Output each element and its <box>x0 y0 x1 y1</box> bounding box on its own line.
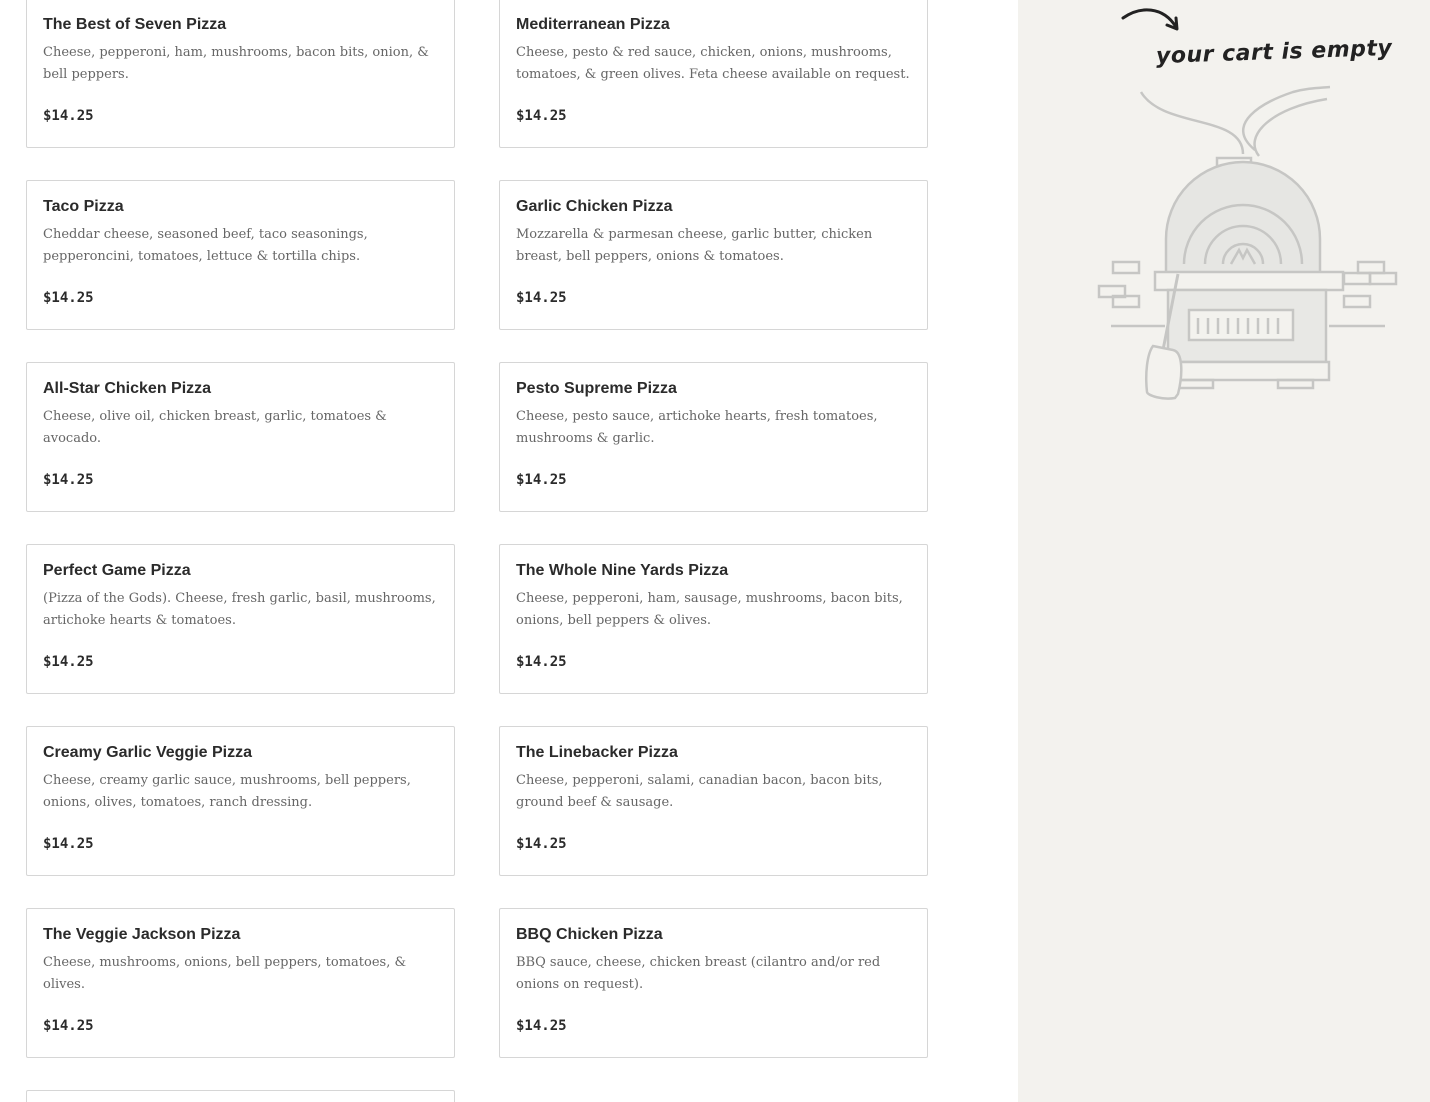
menu-item-price: $14.25 <box>43 108 94 124</box>
menu-item-name: BBQ Chicken Pizza <box>516 926 663 943</box>
menu-item-card[interactable]: The Veggie Jackson Pizza Cheese, mushroo… <box>26 908 455 1058</box>
menu-item-description: Mozzarella & parmesan cheese, garlic but… <box>516 227 873 264</box>
menu-item-price: $14.25 <box>43 1018 94 1034</box>
menu-grid: The Best of Seven Pizza Cheese, pepperon… <box>26 0 928 1102</box>
menu-item-name: The Veggie Jackson Pizza <box>43 926 241 943</box>
menu-item-description: Cheese, pepperoni, salami, canadian baco… <box>516 773 883 810</box>
menu-item-card[interactable]: Creamy Garlic Veggie Pizza Cheese, cream… <box>26 726 455 876</box>
menu-item-price: $14.25 <box>516 290 567 306</box>
menu-item-name: The Linebacker Pizza <box>516 744 678 761</box>
pizza-oven-icon <box>1097 85 1398 400</box>
menu-item-price: $14.25 <box>516 654 567 670</box>
menu-item-name: Mediterranean Pizza <box>516 16 670 33</box>
menu-item-card[interactable]: The Whole Nine Yards Pizza Cheese, peppe… <box>499 544 928 694</box>
menu-item-description: Cheese, pepperoni, ham, mushrooms, bacon… <box>43 45 429 82</box>
menu-item-price: $14.25 <box>43 472 94 488</box>
menu-item-name: All-Star Chicken Pizza <box>43 380 212 397</box>
menu-item-card[interactable]: Garlic Chicken Pizza Mozzarella & parmes… <box>499 180 928 330</box>
menu-item-description: Cheese, olive oil, chicken breast, garli… <box>43 409 387 446</box>
menu-item-card[interactable]: Perfect Game Pizza (Pizza of the Gods). … <box>26 544 455 694</box>
menu-item-price: $14.25 <box>516 108 567 124</box>
curved-arrow-icon <box>1121 8 1179 31</box>
page: The Best of Seven Pizza Cheese, pepperon… <box>0 0 1430 1102</box>
menu-item-description: BBQ sauce, cheese, chicken breast (cilan… <box>516 955 881 992</box>
menu-item-name: Garlic Chicken Pizza <box>516 198 673 215</box>
menu-item-name: Pesto Supreme Pizza <box>516 380 677 397</box>
menu-item-name: The Best of Seven Pizza <box>43 16 227 33</box>
menu-item-description: Cheese, creamy garlic sauce, mushrooms, … <box>43 773 411 810</box>
menu-item-price: $14.25 <box>516 836 567 852</box>
menu-item-description: Cheese, pesto sauce, artichoke hearts, f… <box>516 409 878 446</box>
menu-item-card-partial[interactable] <box>26 1090 455 1102</box>
menu-item-description: Cheese, pepperoni, ham, sausage, mushroo… <box>516 591 903 628</box>
menu-item-price: $14.25 <box>516 472 567 488</box>
menu-item-card[interactable]: Mediterranean Pizza Cheese, pesto & red … <box>499 0 928 148</box>
cart-panel: your cart is empty <box>1018 0 1430 1102</box>
cart-empty-label: your cart is empty <box>1155 35 1393 70</box>
menu-item-card[interactable]: The Linebacker Pizza Cheese, pepperoni, … <box>499 726 928 876</box>
menu-item-description: Cheese, mushrooms, onions, bell peppers,… <box>43 955 407 992</box>
menu-item-description: Cheese, pesto & red sauce, chicken, onio… <box>516 45 910 82</box>
menu-item-name: The Whole Nine Yards Pizza <box>516 562 729 579</box>
menu-item-description: (Pizza of the Gods). Cheese, fresh garli… <box>43 591 436 628</box>
menu-item-name: Perfect Game Pizza <box>43 562 191 579</box>
menu-item-card[interactable]: Pesto Supreme Pizza Cheese, pesto sauce,… <box>499 362 928 512</box>
menu-item-card[interactable]: The Best of Seven Pizza Cheese, pepperon… <box>26 0 455 148</box>
menu-item-card[interactable]: Taco Pizza Cheddar cheese, seasoned beef… <box>26 180 455 330</box>
menu-item-name: Creamy Garlic Veggie Pizza <box>43 744 252 761</box>
menu-item-card[interactable]: All-Star Chicken Pizza Cheese, olive oil… <box>26 362 455 512</box>
menu-item-price: $14.25 <box>43 290 94 306</box>
menu-item-price: $14.25 <box>43 836 94 852</box>
menu-item-name: Taco Pizza <box>43 198 124 215</box>
menu-item-price: $14.25 <box>43 654 94 670</box>
menu-item-price: $14.25 <box>516 1018 567 1034</box>
menu-item-card[interactable]: BBQ Chicken Pizza BBQ sauce, cheese, chi… <box>499 908 928 1058</box>
menu-item-description: Cheddar cheese, seasoned beef, taco seas… <box>43 227 368 264</box>
